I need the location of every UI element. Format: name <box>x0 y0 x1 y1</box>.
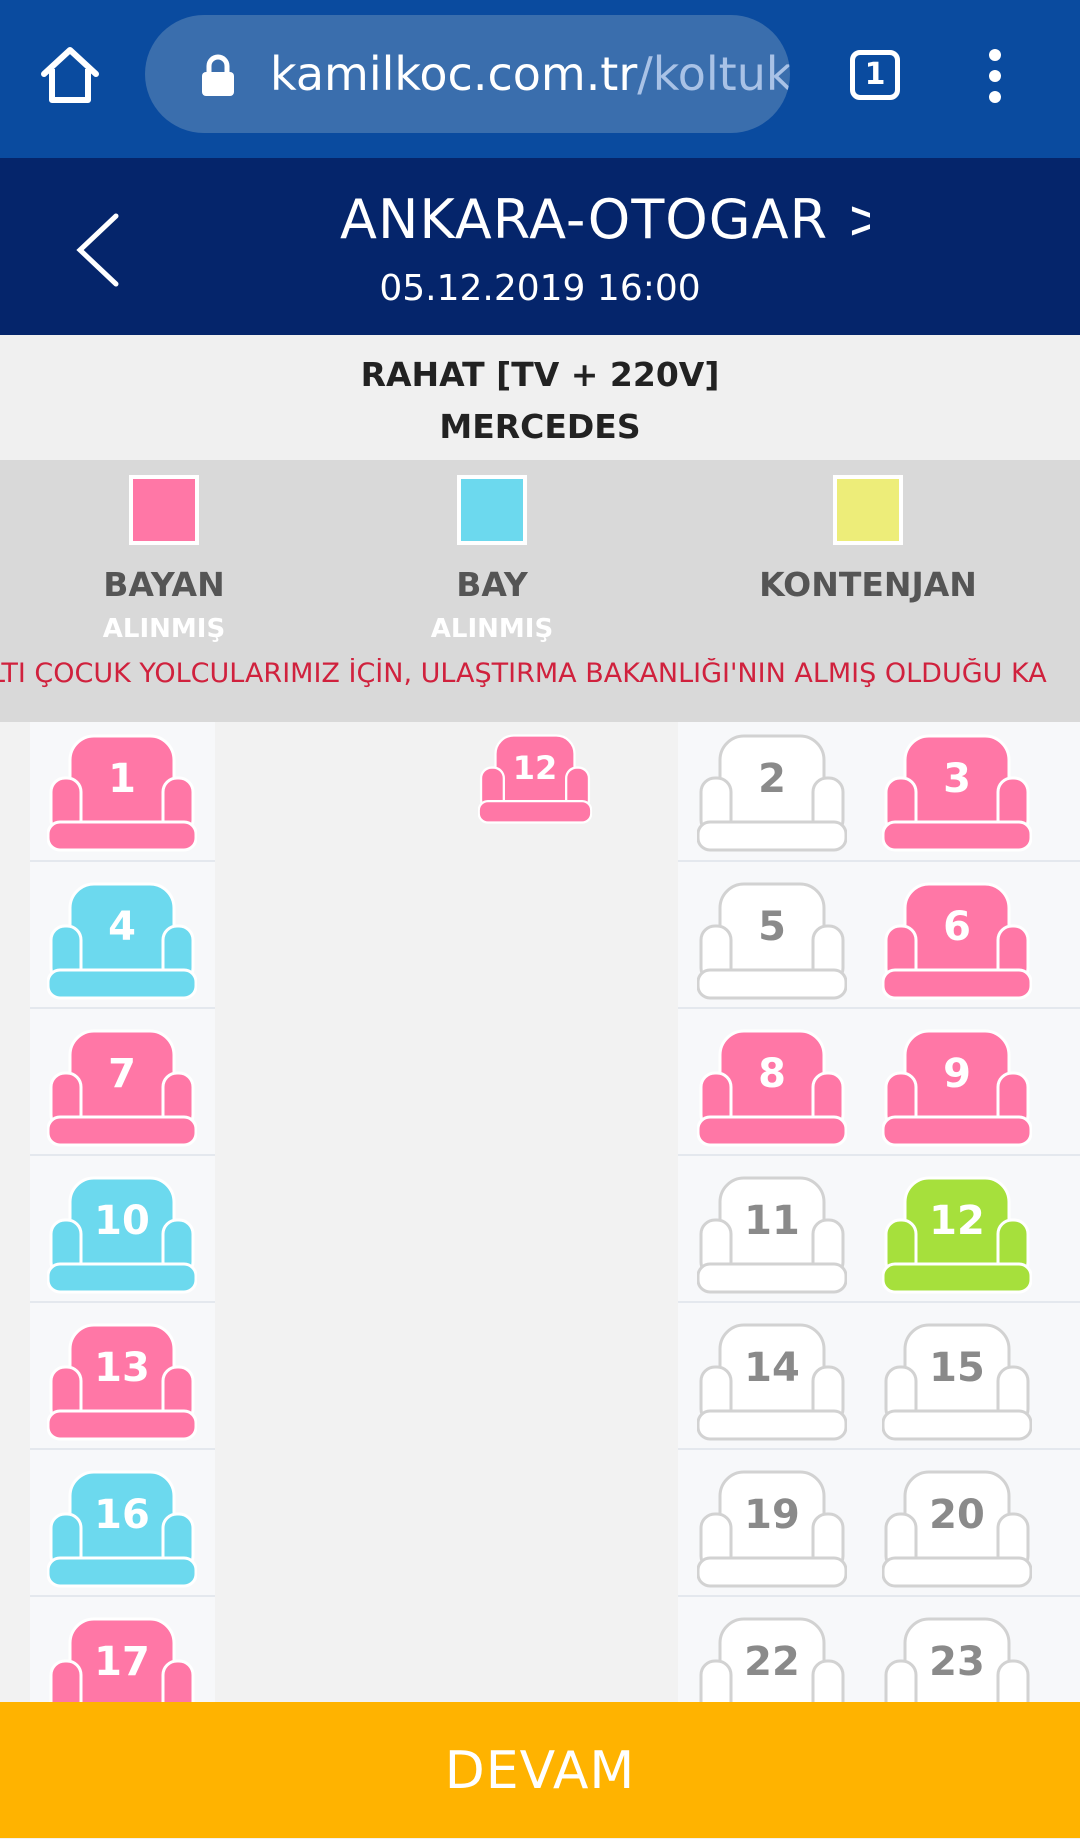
seat-4[interactable]: 4 <box>47 882 197 1000</box>
seat-10[interactable]: 10 <box>47 1176 197 1294</box>
row-divider <box>678 860 1080 862</box>
notice-marquee: LTI ÇOCUK YOLCULARIMIZ İÇİN, ULAŞTIRMA B… <box>0 658 1047 689</box>
continue-button[interactable]: DEVAM <box>0 1702 1080 1838</box>
seat-number: 15 <box>929 1345 985 1391</box>
legend-quota: KONTENJAN <box>738 475 998 614</box>
seat-6[interactable]: 6 <box>882 882 1032 1000</box>
legend-male-sub: ALINMIŞ <box>430 614 554 644</box>
legend-male: BAY ALINMIŞ <box>362 475 622 644</box>
row-divider <box>678 1154 1080 1156</box>
seat-2[interactable]: 2 <box>697 734 847 852</box>
seat-17[interactable]: 17 <box>47 1617 197 1702</box>
seat-3[interactable]: 3 <box>882 734 1032 852</box>
seat-number: 14 <box>744 1345 800 1391</box>
seat-20[interactable]: 20 <box>882 1470 1032 1588</box>
seat-number: 17 <box>94 1639 150 1685</box>
seat-legend: BAYAN ALINMIŞ BAY ALINMIŞ KONTENJAN LTI … <box>0 460 1080 722</box>
trip-datetime: 05.12.2019 16:00 <box>379 268 701 309</box>
legend-female: BAYAN ALINMIŞ <box>34 475 294 644</box>
seat-12-selected[interactable]: 12 <box>882 1176 1032 1294</box>
seat-number: 11 <box>744 1198 800 1244</box>
seat-number: 1 <box>108 756 136 802</box>
url-text: kamilkoc.com.tr/koltuk <box>270 47 790 101</box>
seat-5[interactable]: 5 <box>697 882 847 1000</box>
seat-7[interactable]: 7 <box>47 1029 197 1147</box>
url-path: /koltuk <box>637 47 790 101</box>
row-divider <box>678 1007 1080 1009</box>
seat-number: 19 <box>744 1492 800 1538</box>
seat-number: 12 <box>929 1198 985 1244</box>
seat-number: 5 <box>758 904 786 950</box>
seat-9[interactable]: 9 <box>882 1029 1032 1147</box>
seat-16[interactable]: 16 <box>47 1470 197 1588</box>
row-divider <box>678 1448 1080 1450</box>
seat-number: 23 <box>929 1639 985 1685</box>
seat-23[interactable]: 23 <box>882 1617 1032 1702</box>
address-bar[interactable]: kamilkoc.com.tr/koltuk <box>145 15 790 133</box>
seat-number: 8 <box>758 1051 786 1097</box>
legend-quota-label: KONTENJAN <box>759 565 977 604</box>
row-divider <box>30 1007 215 1009</box>
row-divider <box>30 1301 215 1303</box>
seat-number: 9 <box>943 1051 971 1097</box>
row-divider <box>30 1448 215 1450</box>
bus-model: MERCEDES <box>439 407 641 446</box>
seat-15[interactable]: 15 <box>882 1323 1032 1441</box>
seat-number: 16 <box>94 1492 150 1538</box>
bus-features: RAHAT [TV + 220V] <box>360 355 720 394</box>
seat-11[interactable]: 11 <box>697 1176 847 1294</box>
route-title: ANKARA-OTOGAR > <box>340 188 870 251</box>
row-divider <box>678 1301 1080 1303</box>
legend-quota-swatch <box>833 475 903 545</box>
seat-number: 2 <box>758 756 786 802</box>
seat-number: 10 <box>94 1198 150 1244</box>
url-host: kamilkoc.com.tr <box>270 47 638 101</box>
overflow-menu-icon[interactable] <box>980 48 1010 104</box>
seat-13[interactable]: 13 <box>47 1323 197 1441</box>
seat-number: 4 <box>108 904 136 950</box>
seat-number: 3 <box>943 756 971 802</box>
seat-number: 20 <box>929 1492 985 1538</box>
row-divider <box>30 860 215 862</box>
seat-14[interactable]: 14 <box>697 1323 847 1441</box>
row-divider <box>30 1154 215 1156</box>
legend-female-label: BAYAN <box>103 565 225 604</box>
lock-icon <box>200 53 236 97</box>
seat-8[interactable]: 8 <box>697 1029 847 1147</box>
seat-number: 13 <box>94 1345 150 1391</box>
seat-number: 22 <box>744 1639 800 1685</box>
seat-number: 6 <box>943 904 971 950</box>
browser-toolbar: kamilkoc.com.tr/koltuk 1 <box>0 0 1080 158</box>
seat-19[interactable]: 19 <box>697 1470 847 1588</box>
legend-male-swatch <box>457 475 527 545</box>
row-divider <box>678 1595 1080 1597</box>
seat-22[interactable]: 22 <box>697 1617 847 1702</box>
legend-female-swatch <box>129 475 199 545</box>
tab-switcher-button[interactable]: 1 <box>850 50 900 100</box>
bus-info: RAHAT [TV + 220V] MERCEDES <box>0 335 1080 460</box>
seat-1[interactable]: 1 <box>47 734 197 852</box>
trip-header: ANKARA-OTOGAR > 05.12.2019 16:00 <box>0 158 1080 335</box>
seat-number: 12 <box>512 749 558 787</box>
home-icon[interactable] <box>38 42 102 106</box>
seat-number: 7 <box>108 1051 136 1097</box>
seat-map: 1 12 2 3 4 5 6 7 8 9 10 11 12 13 14 15 16 19 20 17 22 23 <box>0 722 1080 1702</box>
route-title-clip: ANKARA-OTOGAR > <box>340 188 870 258</box>
legend-female-sub: ALINMIŞ <box>102 614 226 644</box>
seat-12[interactable]: 12 <box>478 734 592 824</box>
legend-male-label: BAY <box>456 565 528 604</box>
row-divider <box>30 1595 215 1597</box>
